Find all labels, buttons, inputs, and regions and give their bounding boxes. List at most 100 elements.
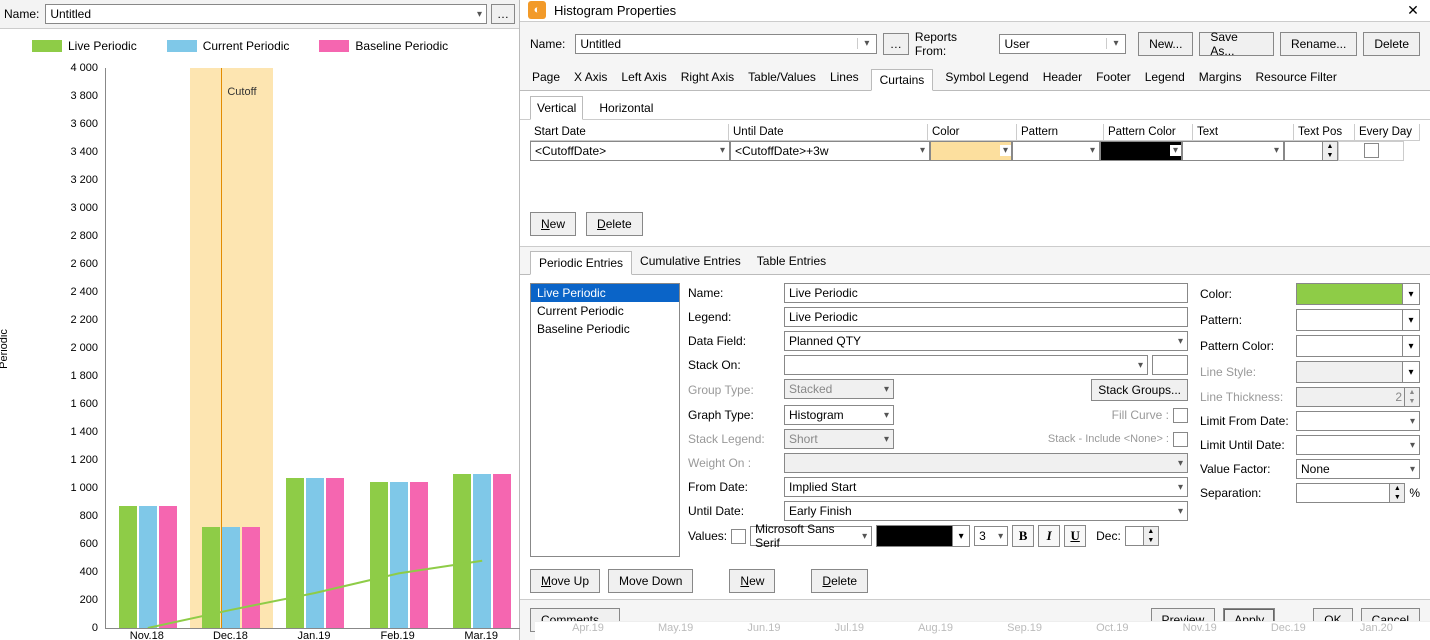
move-down-button[interactable]: Move Down (608, 569, 693, 593)
subtab-vertical[interactable]: Vertical (530, 96, 583, 120)
fld-stackon[interactable]: ▾ (784, 355, 1148, 375)
chevron-down-icon: ▾ (1178, 482, 1183, 493)
entries-new-label: New (740, 574, 764, 588)
tab-header[interactable]: Header (1041, 66, 1084, 90)
tab-resource-filter[interactable]: Resource Filter (1253, 66, 1338, 90)
chevron-down-icon: ▾ (952, 526, 969, 546)
fld-stackon-extra[interactable] (1152, 355, 1188, 375)
bar (326, 478, 344, 628)
fld-limitfrom[interactable]: ▾ (1296, 411, 1420, 431)
cell-every-day[interactable] (1338, 141, 1404, 161)
cell-until-date[interactable]: <CutoffDate>+3w ▾ (730, 141, 930, 161)
chevron-down-icon: ▾ (1178, 506, 1183, 517)
fld-font-v: Microsoft Sans Serif (755, 522, 862, 550)
x-tick-label: Dec.18 (213, 630, 248, 640)
cell-pattern[interactable]: ▾ (1012, 141, 1100, 161)
fld-linethick-l: Line Thickness: (1200, 390, 1290, 404)
list-item[interactable]: Current Periodic (531, 302, 679, 320)
fld-stacklegend-l: Stack Legend: (688, 432, 778, 446)
x-tick-label: Dec.19 (1271, 622, 1306, 640)
fld-legend[interactable]: Live Periodic (784, 307, 1188, 327)
legend-label: Current Periodic (203, 39, 290, 53)
tab-margins[interactable]: Margins (1197, 66, 1244, 90)
fld-grouptype-v: Stacked (789, 382, 832, 396)
underline-button[interactable]: U (1064, 525, 1086, 547)
reports-from-dropdown[interactable]: User ▾ (999, 34, 1126, 54)
fld-untildate[interactable]: Early Finish ▾ (784, 501, 1188, 521)
values-checkbox[interactable] (731, 529, 746, 544)
fld-separation[interactable]: ▲▼ (1296, 483, 1405, 503)
tab-x-axis[interactable]: X Axis (572, 66, 609, 90)
fld-name-l: Name: (688, 286, 778, 300)
cell-start-date[interactable]: <CutoffDate>▾ (530, 141, 730, 161)
chevron-down-icon: ▾ (920, 145, 925, 156)
entries-tab-cumulative-entries[interactable]: Cumulative Entries (632, 250, 749, 274)
curtain-delete-button[interactable]: Delete (586, 212, 643, 236)
dlg-name-more-button[interactable]: … (883, 33, 909, 55)
entries-tab-periodic-entries[interactable]: Periodic Entries (530, 251, 632, 275)
y-tick-label: 3 800 (70, 90, 98, 102)
fld-fromdate[interactable]: Implied Start▾ (784, 477, 1188, 497)
close-icon[interactable]: ✕ (1404, 1, 1422, 19)
save-as-button[interactable]: Save As... (1199, 32, 1274, 56)
tab-symbol-legend[interactable]: Symbol Legend (943, 66, 1030, 90)
tab-table-values[interactable]: Table/Values (746, 66, 818, 90)
tab-footer[interactable]: Footer (1094, 66, 1133, 90)
fld-limituntil-l: Limit Until Date: (1200, 438, 1290, 452)
tab-legend[interactable]: Legend (1143, 66, 1187, 90)
chevron-down-icon: ▾ (1402, 310, 1419, 330)
italic-button[interactable]: I (1038, 525, 1060, 547)
entries-delete-button[interactable]: Delete (811, 569, 868, 593)
fld-color[interactable]: ▾ (1296, 283, 1420, 305)
dlg-name-dropdown[interactable]: Untitled ▾ (575, 34, 877, 54)
fld-dec[interactable]: ▲▼ (1125, 526, 1159, 546)
name-value: Untitled (50, 7, 91, 21)
tab-right-axis[interactable]: Right Axis (679, 66, 736, 90)
entries-list[interactable]: Live PeriodicCurrent PeriodicBaseline Pe… (530, 283, 680, 557)
fld-dec-l: Dec: (1096, 529, 1121, 543)
stack-groups-button[interactable]: Stack Groups... (1091, 379, 1188, 401)
fld-name[interactable]: Live Periodic (784, 283, 1188, 303)
cell-text-pos[interactable]: ▲▼ (1284, 141, 1338, 161)
cell-until-date-value: <CutoffDate>+3w (735, 144, 829, 158)
name-more-button[interactable]: … (491, 4, 515, 24)
entries-new-button[interactable]: New (729, 569, 775, 593)
move-up-button[interactable]: Move Up (530, 569, 600, 593)
fld-untildate-v: Early Finish (789, 504, 852, 518)
list-item[interactable]: Live Periodic (531, 284, 679, 302)
delete-button[interactable]: Delete (1363, 32, 1420, 56)
chevron-down-icon: ▾ (1000, 145, 1011, 156)
fld-datafield[interactable]: Planned QTY▾ (784, 331, 1188, 351)
fld-font-color[interactable]: ▾ (876, 525, 970, 547)
tab-page[interactable]: Page (530, 66, 562, 90)
name-dropdown[interactable]: Untitled ▾ (45, 4, 487, 24)
tab-lines[interactable]: Lines (828, 66, 861, 90)
fld-patterncolor[interactable]: ▾ (1296, 335, 1420, 357)
cell-pattern-color[interactable]: ▾ (1100, 141, 1182, 161)
cell-text[interactable]: ▾ (1182, 141, 1284, 161)
entries-tab-table-entries[interactable]: Table Entries (749, 250, 834, 274)
tab-left-axis[interactable]: Left Axis (619, 66, 668, 90)
fld-limituntil[interactable]: ▾ (1296, 435, 1420, 455)
curtain-new-button[interactable]: New (530, 212, 576, 236)
fld-pattern[interactable]: ▾ (1296, 309, 1420, 331)
bold-button[interactable]: B (1012, 525, 1034, 547)
fld-grouptype: Stacked▾ (784, 379, 894, 399)
fld-graphtype[interactable]: Histogram▾ (784, 405, 894, 425)
new-button[interactable]: New... (1138, 32, 1193, 56)
fill-curve-l: Fill Curve : (1112, 408, 1169, 422)
fld-valuefactor[interactable]: None▾ (1296, 459, 1420, 479)
fld-font[interactable]: Microsoft Sans Serif▾ (750, 526, 872, 546)
fld-font-size[interactable]: 3▾ (974, 526, 1008, 546)
col-pattern: Pattern (1017, 124, 1104, 141)
list-item[interactable]: Baseline Periodic (531, 320, 679, 338)
tab-curtains[interactable]: Curtains (871, 69, 934, 91)
cutoff-label: Cutoff (227, 86, 256, 98)
subtab-horizontal[interactable]: Horizontal (593, 97, 659, 119)
rename-button[interactable]: Rename... (1280, 32, 1357, 56)
chevron-down-icon: ▾ (1410, 416, 1415, 427)
cell-color[interactable]: ▾ (930, 141, 1012, 161)
x-tick-label: Feb.19 (380, 630, 414, 640)
fld-weighton: ▾ (784, 453, 1188, 473)
fld-valuefactor-v: None (1301, 462, 1330, 476)
